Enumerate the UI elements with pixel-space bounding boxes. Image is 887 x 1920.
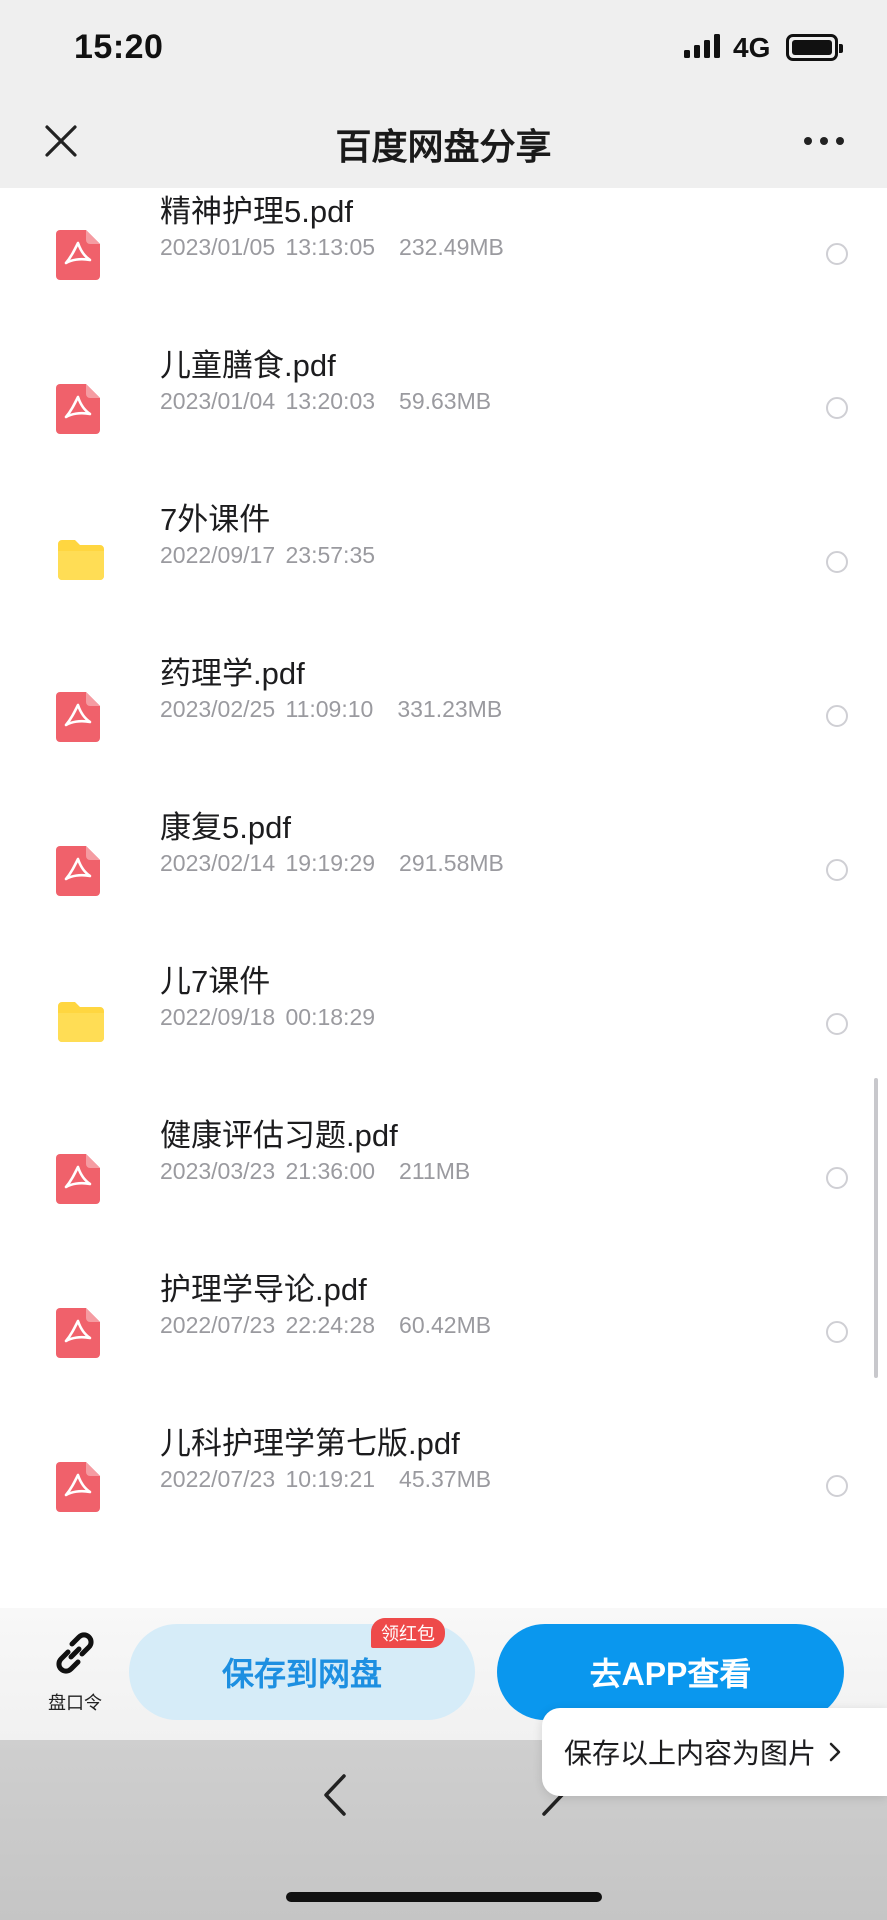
file-meta: 2022/07/23 10:19:21 45.37MB [160,1466,491,1493]
red-packet-badge: 领红包 [371,1618,445,1648]
page-title: 百度网盘分享 [335,126,552,167]
file-size: 211MB [399,1158,471,1184]
file-size: 45.37MB [399,1466,492,1492]
file-row[interactable]: 精神护理5.pdf 2023/01/05 13:13:05 232.49MB [0,188,887,342]
file-date: 2022/09/17 23:57:35 [160,542,376,568]
file-meta: 2023/01/05 13:13:05 232.49MB [160,234,504,261]
pdf-icon [56,230,106,280]
status-time: 15:20 [74,28,164,66]
file-name: 儿童膳食.pdf [160,348,336,383]
scrollbar[interactable] [874,1078,878,1378]
save-as-image-label: 保存以上内容为图片 [564,1738,817,1769]
file-date: 2022/09/18 00:18:29 [160,1004,376,1030]
pdf-icon [56,1462,106,1512]
file-row[interactable]: 儿7课件 2022/09/18 00:18:29 [0,958,887,1112]
file-meta: 2023/03/23 21:36:00 211MB [160,1158,470,1185]
pdf-icon [56,1154,106,1204]
file-meta: 2022/07/23 22:24:28 60.42MB [160,1312,491,1339]
file-list: 精神护理5.pdf 2023/01/05 13:13:05 232.49MB 儿童膳食… [0,188,887,1608]
pdf-icon [56,384,106,434]
file-size: 331.23MB [397,696,503,722]
file-name: 护理学导论.pdf [160,1272,367,1307]
status-bar: 15:20 4G [0,0,887,96]
select-radio[interactable] [826,397,848,419]
file-date: 2022/07/23 22:24:28 [160,1312,376,1338]
pdf-icon [56,1308,106,1358]
file-date: 2023/01/04 13:20:03 [160,388,376,414]
file-row[interactable]: 药理学.pdf 2023/02/25 11:09:10 331.23MB [0,650,887,804]
file-name: 精神护理5.pdf [160,194,353,229]
file-row[interactable]: 健康评估习题.pdf 2023/03/23 21:36:00 211MB [0,1112,887,1266]
file-row[interactable]: 儿科护理学第七版.pdf 2022/07/23 10:19:21 45.37MB [0,1420,887,1574]
signal-icon [684,34,720,58]
more-icon [804,137,844,145]
select-radio[interactable] [826,859,848,881]
file-meta: 2022/09/18 00:18:29 [160,1004,375,1031]
screen: 15:20 4G 百度网盘分享 精神护理5.pdf 2023/01/05 13:1… [0,0,887,1920]
network-type: 4G [733,32,771,63]
select-radio[interactable] [826,1475,848,1497]
select-radio[interactable] [826,1321,848,1343]
folder-icon [56,538,106,588]
file-row[interactable]: 7外课件 2022/09/17 23:57:35 [0,496,887,650]
pdf-icon [56,846,106,896]
file-name: 健康评估习题.pdf [160,1118,398,1153]
file-row[interactable]: 儿童膳食.pdf 2023/01/04 13:20:03 59.63MB [0,342,887,496]
save-as-image-popover[interactable]: 保存以上内容为图片 [542,1708,887,1796]
file-meta: 2023/02/14 19:19:29 291.58MB [160,850,504,877]
share-code-label: 盘口令 [48,1693,102,1713]
file-meta: 2023/02/25 11:09:10 331.23MB [160,696,502,723]
pdf-icon [56,692,106,742]
file-date: 2023/02/14 19:19:29 [160,850,376,876]
file-name: 儿7课件 [160,964,271,999]
select-radio[interactable] [826,1167,848,1189]
file-name: 康复5.pdf [160,810,291,845]
select-radio[interactable] [826,705,848,727]
file-size: 60.42MB [399,1312,492,1338]
file-size: 232.49MB [399,234,504,260]
file-name: 7外课件 [160,502,271,537]
select-radio[interactable] [826,243,848,265]
open-in-app-button[interactable]: 去APP查看 [497,1624,844,1720]
file-date: 2022/07/23 10:19:21 [160,1466,376,1492]
select-radio[interactable] [826,551,848,573]
file-date: 2023/01/05 13:13:05 [160,234,376,260]
file-date: 2023/03/23 21:36:00 [160,1158,376,1184]
more-button[interactable] [796,116,852,166]
nav-bar: 百度网盘分享 [0,96,887,188]
file-meta: 2023/01/04 13:20:03 59.63MB [160,388,491,415]
file-size: 59.63MB [399,388,492,414]
folder-icon [56,1000,106,1050]
file-row[interactable]: 康复5.pdf 2023/02/14 19:19:29 291.58MB [0,804,887,958]
select-radio[interactable] [826,1013,848,1035]
share-code-button[interactable]: 盘口令 [40,1628,110,1718]
file-meta: 2022/09/17 23:57:35 [160,542,375,569]
link-icon [56,1632,94,1674]
file-date: 2023/02/25 11:09:10 [160,696,374,722]
battery-icon [786,34,843,61]
home-indicator[interactable] [286,1892,602,1902]
back-arrow-icon[interactable] [318,1770,352,1820]
file-size: 291.58MB [399,850,504,876]
file-name: 药理学.pdf [160,656,305,691]
chevron-right-icon [829,1742,841,1762]
file-row[interactable]: 护理学导论.pdf 2022/07/23 22:24:28 60.42MB [0,1266,887,1420]
file-name: 儿科护理学第七版.pdf [160,1426,460,1461]
